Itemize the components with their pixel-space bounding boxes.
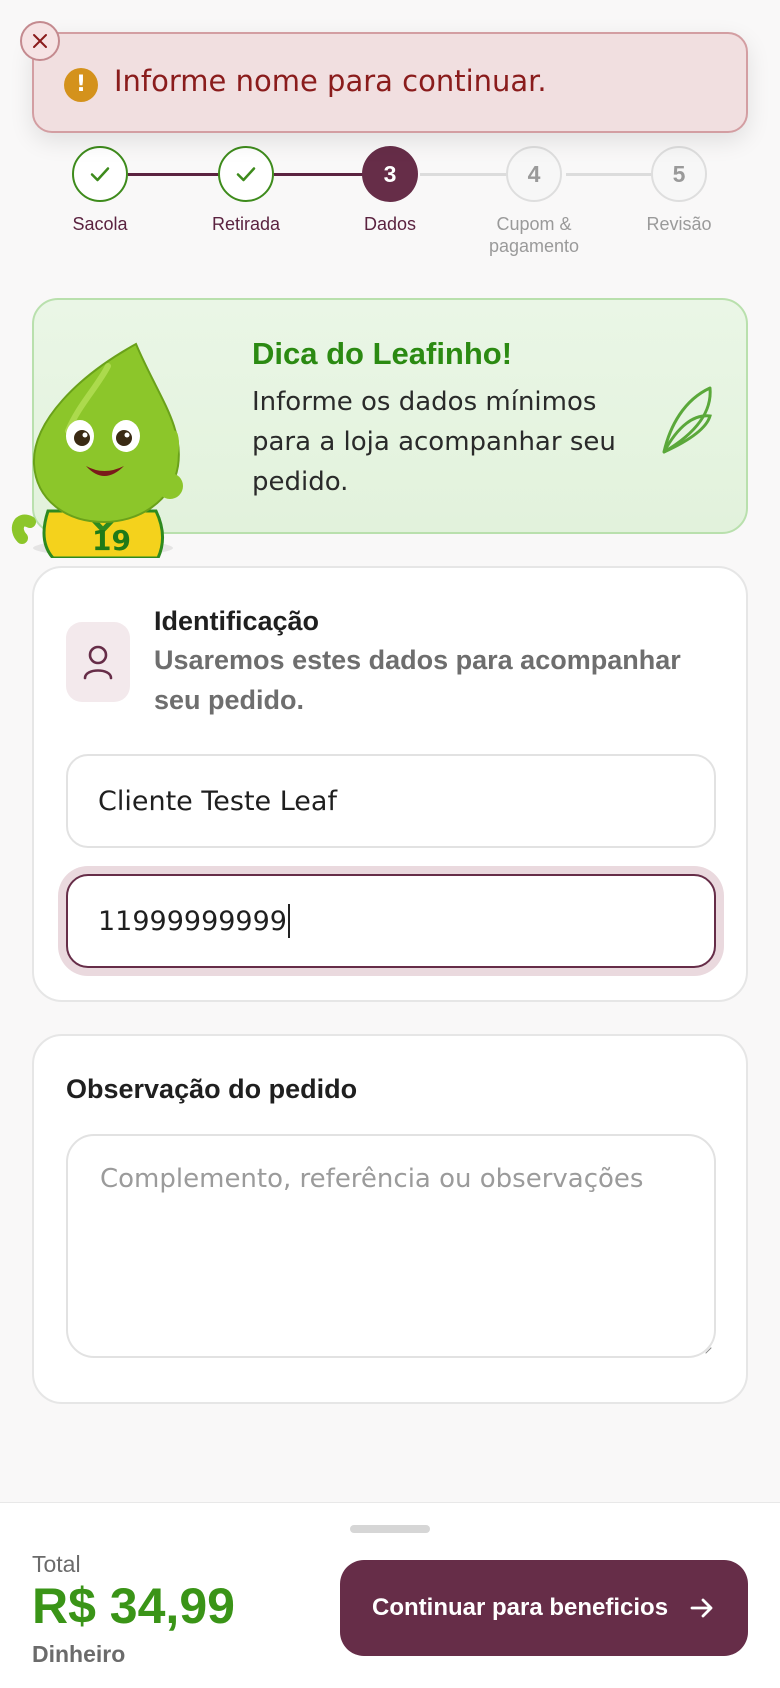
identification-title: Identificação [154,606,320,636]
step-4-circle: 4 [506,146,562,202]
identification-subtitle: Usaremos estes dados para acompanhar seu… [154,645,681,715]
total-value: R$ 34,99 [32,1578,235,1634]
svg-text:19: 19 [92,524,131,557]
mascot-leafinho-image: 19 [11,342,183,558]
continue-button-label: Continuar para beneficios [372,1594,669,1621]
error-toast: ! Informe nome para continuar. [32,32,748,133]
observation-card: Observação do pedido Complemento, referê… [32,1034,748,1404]
check-icon [236,167,256,182]
tip-text: Informe os dados mínimos para a loja aco… [252,387,616,497]
name-input[interactable]: Cliente Teste Leaf [66,754,716,848]
identification-card: Identificação Usaremos estes dados para … [32,566,748,1002]
observation-title: Observação do pedido [66,1074,358,1104]
step-3-circle: 3 [362,146,418,202]
payment-method: Dinheiro [32,1641,126,1667]
phone-input[interactable]: 11999999999 [66,874,716,968]
user-icon-container [66,622,130,702]
tip-title: Dica do Leafinho! [252,336,513,371]
total-label: Total [32,1551,81,1577]
checkout-stepper: Sacola Retirada 3 Dados 4 Cupom & pagame… [0,145,780,265]
close-icon [33,34,47,48]
drag-handle[interactable] [350,1525,430,1533]
name-input-value: Cliente Teste Leaf [98,785,337,817]
step-4-label: Cupom & pagamento [489,214,580,256]
warning-icon: ! [64,67,98,102]
step-connector-done [274,173,366,176]
checkout-footer: Total R$ 34,99 Dinheiro Continuar para b… [0,1502,780,1688]
step-connector [420,173,512,176]
leaf-icon [662,386,712,454]
observation-textarea[interactable]: Complemento, referência ou observações [66,1134,716,1358]
step-3-label: Dados [363,214,417,234]
observation-placeholder: Complemento, referência ou observações [100,1164,644,1194]
phone-input-value: 11999999999 [98,905,287,937]
toast-close-button[interactable] [20,21,60,61]
step-2-label: Retirada [211,214,281,234]
step-1-label: Sacola [72,214,128,234]
step-connector [566,173,658,176]
checkout-page: Sacola Retirada 3 Dados 4 Cupom & pagame… [0,0,780,1688]
step-5-label: Revisão [646,214,712,234]
step-5-circle: 5 [651,146,707,202]
user-icon [83,645,113,680]
step-1-circle[interactable] [72,146,128,202]
text-caret [287,904,290,938]
arrow-right-icon [690,1598,713,1618]
continue-button[interactable]: Continuar para beneficios [340,1560,748,1656]
step-connector-done [128,173,220,176]
resize-handle[interactable] [700,1342,712,1354]
step-2-circle[interactable] [218,146,274,202]
check-icon [90,167,110,182]
toast-message: Informe nome para continuar. [114,63,547,98]
